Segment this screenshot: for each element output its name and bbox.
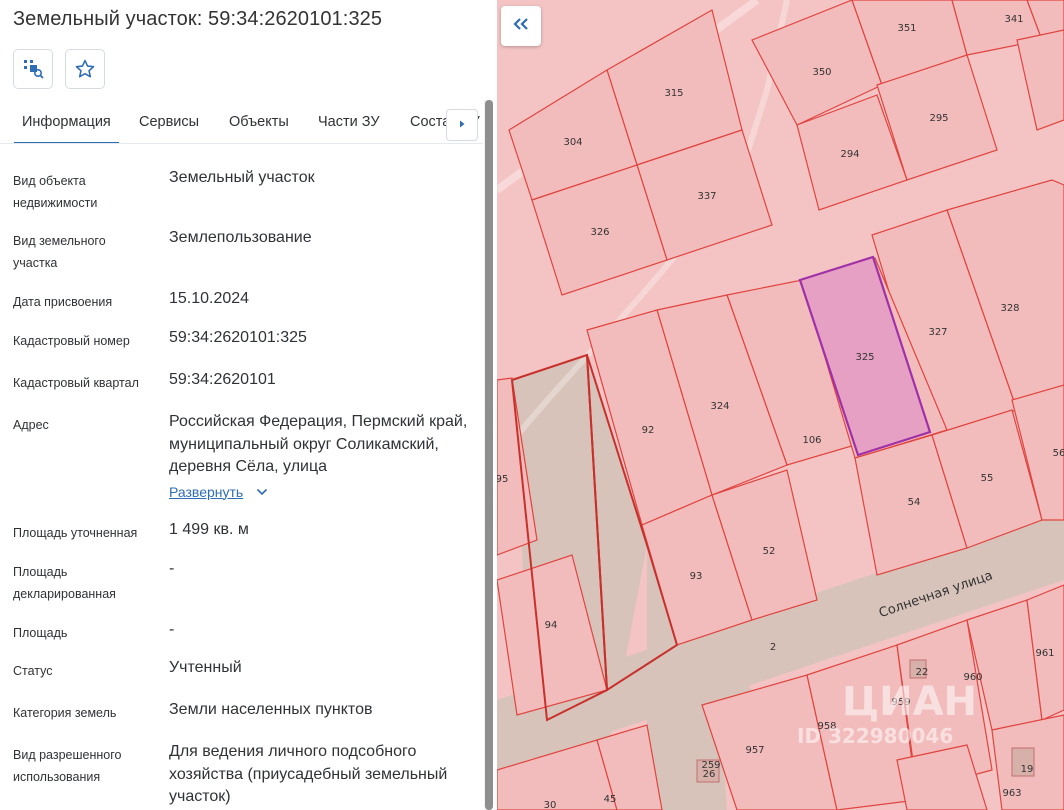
info-label: Адрес [13, 418, 49, 432]
info-label: Площадь декларированная [13, 565, 116, 601]
parcel-label: 327 [928, 327, 947, 338]
info-value: Для ведения личного подсобного хозяйства… [169, 743, 448, 805]
info-label: Кадастровый квартал [13, 376, 139, 390]
cadastral-map[interactable]: 341 351 350 315 295 304 294 337 326 328 … [497, 0, 1064, 810]
parcel-label: 19 [1021, 764, 1034, 775]
info-value: Земли населенных пунктов [169, 701, 373, 718]
tab-objects[interactable]: Объекты [229, 114, 289, 130]
parcel-label: 93 [690, 571, 703, 582]
info-panel: Земельный участок: 59:34:2620101:325 Инф… [0, 0, 497, 810]
info-value: 15.10.2024 [169, 290, 250, 307]
info-value: Учтенный [169, 659, 242, 676]
tab-services[interactable]: Сервисы [139, 114, 199, 130]
info-label: Дата присвоения [13, 295, 113, 309]
parcel-label: 351 [897, 23, 916, 34]
chevron-right-icon [457, 116, 467, 134]
info-value: Российская Федерация, Пермский край, мун… [169, 411, 474, 504]
select-area-button[interactable] [13, 49, 53, 89]
parcel-label: 54 [908, 497, 921, 508]
info-value: Земельный участок [169, 169, 315, 186]
chevron-down-icon[interactable] [256, 481, 268, 504]
scrollbar-thumb[interactable] [485, 100, 493, 810]
tab-info[interactable]: Информация [14, 114, 119, 143]
info-label: Статус [13, 664, 53, 678]
tab-scroll-right-button[interactable] [446, 109, 478, 141]
info-value: Землепользование [169, 229, 312, 246]
parcel-label: 92 [642, 425, 655, 436]
info-value: 59:34:2620101:325 [169, 329, 307, 346]
info-value: - [169, 621, 175, 638]
address-text: Российская Федерация, Пермский край, мун… [169, 413, 468, 475]
info-value: 59:34:2620101 [169, 371, 276, 388]
parcel-label: 106 [802, 435, 821, 446]
parcel-label: 294 [840, 149, 859, 160]
info-label: Вид земельного участка [13, 234, 106, 270]
info-value: 1 499 кв. м [169, 521, 249, 538]
parcel-label: 961 [1035, 648, 1054, 659]
parcel-label: 30 [544, 800, 557, 810]
map-canvas[interactable]: 341 351 350 315 295 304 294 337 326 328 … [497, 0, 1064, 810]
parcel-label: 22 [916, 667, 929, 678]
parcel-label: 337 [697, 191, 716, 202]
parcel-label: 350 [812, 67, 831, 78]
parcel-label: 45 [604, 794, 617, 805]
parcel-label: 304 [563, 137, 582, 148]
parcel-label: 324 [710, 401, 729, 412]
parcel-label: 55 [981, 473, 994, 484]
info-value: - [169, 560, 175, 577]
star-icon [74, 58, 96, 80]
collapse-panel-button[interactable] [501, 6, 541, 46]
parcel-label: 295 [929, 113, 948, 124]
parcel-label: 56 [1053, 448, 1064, 459]
parcel-label: 2 [770, 642, 776, 653]
info-label: Площадь уточненная [13, 526, 138, 540]
parcel-label: 328 [1000, 303, 1019, 314]
info-label: Площадь [13, 626, 68, 640]
info-label: Вид разрешенного использования [13, 748, 122, 784]
parcel-label: 326 [590, 227, 609, 238]
parcel-label: 325 [855, 352, 874, 363]
parcel-label: 52 [763, 546, 776, 557]
favorite-button[interactable] [65, 49, 105, 89]
expand-address-link[interactable]: Развернуть [169, 484, 243, 500]
info-label: Вид объекта недвижимости [13, 174, 98, 210]
parcel-label: 94 [545, 620, 558, 631]
parcel-label: 95 [497, 474, 508, 485]
parcel-label: 315 [664, 88, 683, 99]
info-label: Кадастровый номер [13, 334, 130, 348]
parcel-label: 957 [745, 745, 764, 756]
parcel-label: 26 [703, 769, 716, 780]
tab-bar: Информация Сервисы Объекты Части ЗУ Сост… [0, 100, 483, 144]
page-title: Земельный участок: 59:34:2620101:325 [13, 8, 383, 30]
double-chevron-left-icon [512, 17, 530, 36]
select-area-icon [21, 57, 45, 81]
tab-parts[interactable]: Части ЗУ [318, 114, 380, 130]
watermark-id: ID 322980046 [797, 724, 953, 748]
info-label: Категория земель [13, 706, 117, 720]
expand-link-wrap: Развернуть [169, 481, 474, 505]
parcel-label: 341 [1004, 14, 1023, 25]
parcel-label: 963 [1002, 788, 1021, 799]
watermark-text: ЦИАН [842, 679, 977, 725]
